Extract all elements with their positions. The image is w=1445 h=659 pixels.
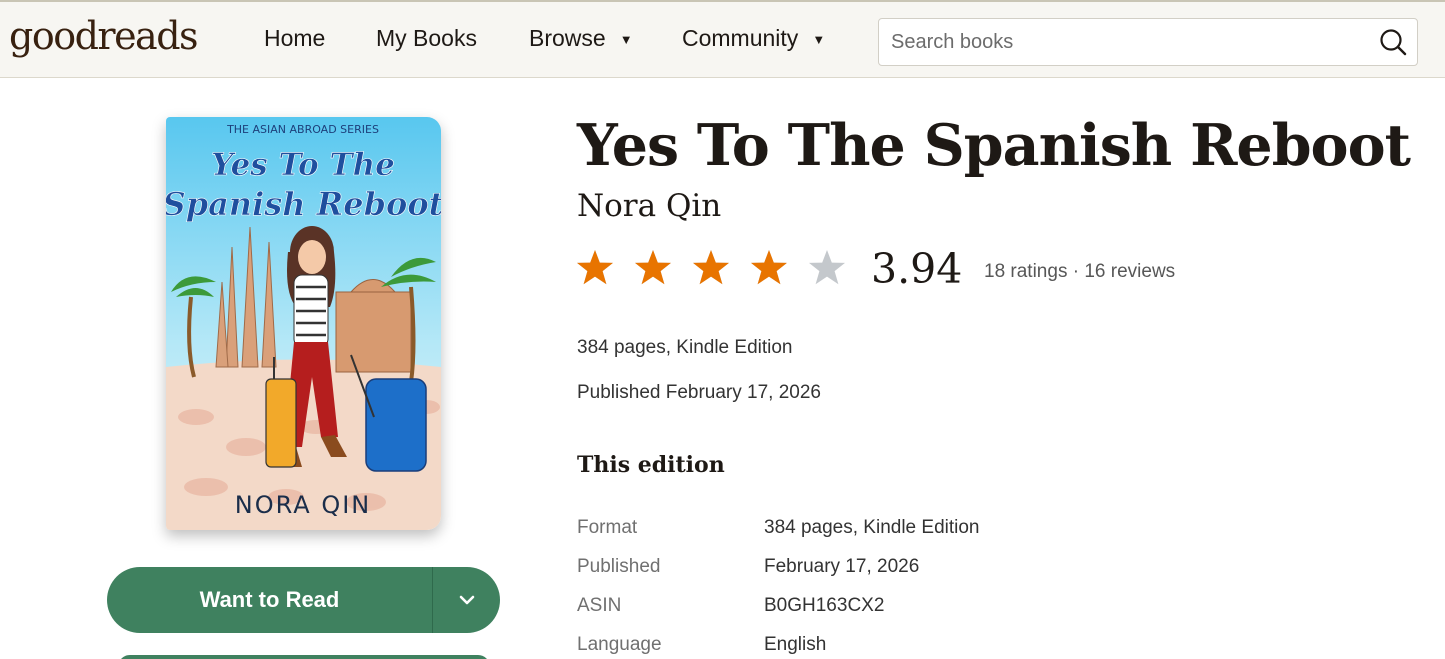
edition-key: Language (577, 634, 662, 655)
goodreads-logo[interactable]: goodreads (9, 14, 199, 58)
ratings-count-link[interactable]: 18 ratings (984, 261, 1067, 282)
nav-my-books[interactable]: My Books (376, 25, 477, 52)
edition-row-published: Published February 17, 2026 (577, 556, 919, 578)
nav-my-books-label: My Books (376, 25, 477, 51)
search-input[interactable] (879, 19, 1359, 65)
star-icon (693, 250, 729, 285)
edition-row-format: Format 384 pages, Kindle Edition (577, 517, 980, 539)
book-author-link[interactable]: Nora Qin (577, 188, 721, 224)
search-icon[interactable] (1379, 28, 1407, 56)
star-icon (809, 250, 845, 285)
shelf-dropdown-button[interactable] (433, 567, 500, 633)
chevron-down-icon (459, 595, 474, 605)
pages-format: 384 pages, Kindle Edition (577, 337, 793, 358)
top-navigation-bar: goodreads Home My Books Browse ▼ Communi… (0, 0, 1445, 78)
cover-title-line1: Yes To The (211, 147, 395, 183)
edition-heading: This edition (577, 452, 725, 478)
edition-key: ASIN (577, 595, 622, 616)
nav-browse[interactable]: Browse ▼ (529, 25, 633, 52)
reviews-count-link[interactable]: 16 reviews (1084, 261, 1175, 282)
nav-community-label: Community (682, 25, 799, 51)
book-title: Yes To The Spanish Reboot (577, 112, 1411, 179)
want-to-read-button[interactable]: Want to Read (107, 567, 433, 633)
edition-value: 384 pages, Kindle Edition (764, 517, 980, 538)
nav-community[interactable]: Community ▼ (682, 25, 825, 52)
rating-stars (575, 248, 847, 288)
cover-series-text: THE ASIAN ABROAD SERIES (226, 123, 379, 136)
edition-row-language: Language English (577, 634, 826, 656)
secondary-action-button[interactable] (118, 655, 490, 659)
edition-value: February 17, 2026 (764, 556, 920, 577)
rating-stats: 18 ratings · 16 reviews (984, 261, 1175, 283)
nav-browse-label: Browse (529, 25, 606, 51)
edition-key: Format (577, 517, 638, 538)
nav-home[interactable]: Home (264, 25, 325, 52)
edition-value: B0GH163CX2 (764, 595, 885, 616)
edition-value: English (764, 634, 827, 655)
star-icon (751, 250, 787, 285)
want-to-read-button-group: Want to Read (107, 567, 500, 633)
star-icon (577, 250, 613, 285)
star-icon (635, 250, 671, 285)
search-box (878, 18, 1418, 66)
edition-key: Published (577, 556, 661, 577)
nav-home-label: Home (264, 25, 326, 51)
cover-title-line2: Spanish Reboot (166, 185, 441, 223)
cover-author-text: NORA QIN (235, 491, 372, 519)
stats-separator: · (1072, 261, 1080, 282)
caret-down-icon: ▼ (812, 32, 826, 47)
caret-down-icon: ▼ (619, 32, 633, 47)
average-rating: 3.94 (871, 245, 963, 293)
edition-row-asin: ASIN B0GH163CX2 (577, 595, 884, 617)
book-cover[interactable]: THE ASIAN ABROAD SERIES Yes To The Spani… (166, 117, 441, 530)
publication-info: Published February 17, 2026 (577, 382, 821, 403)
